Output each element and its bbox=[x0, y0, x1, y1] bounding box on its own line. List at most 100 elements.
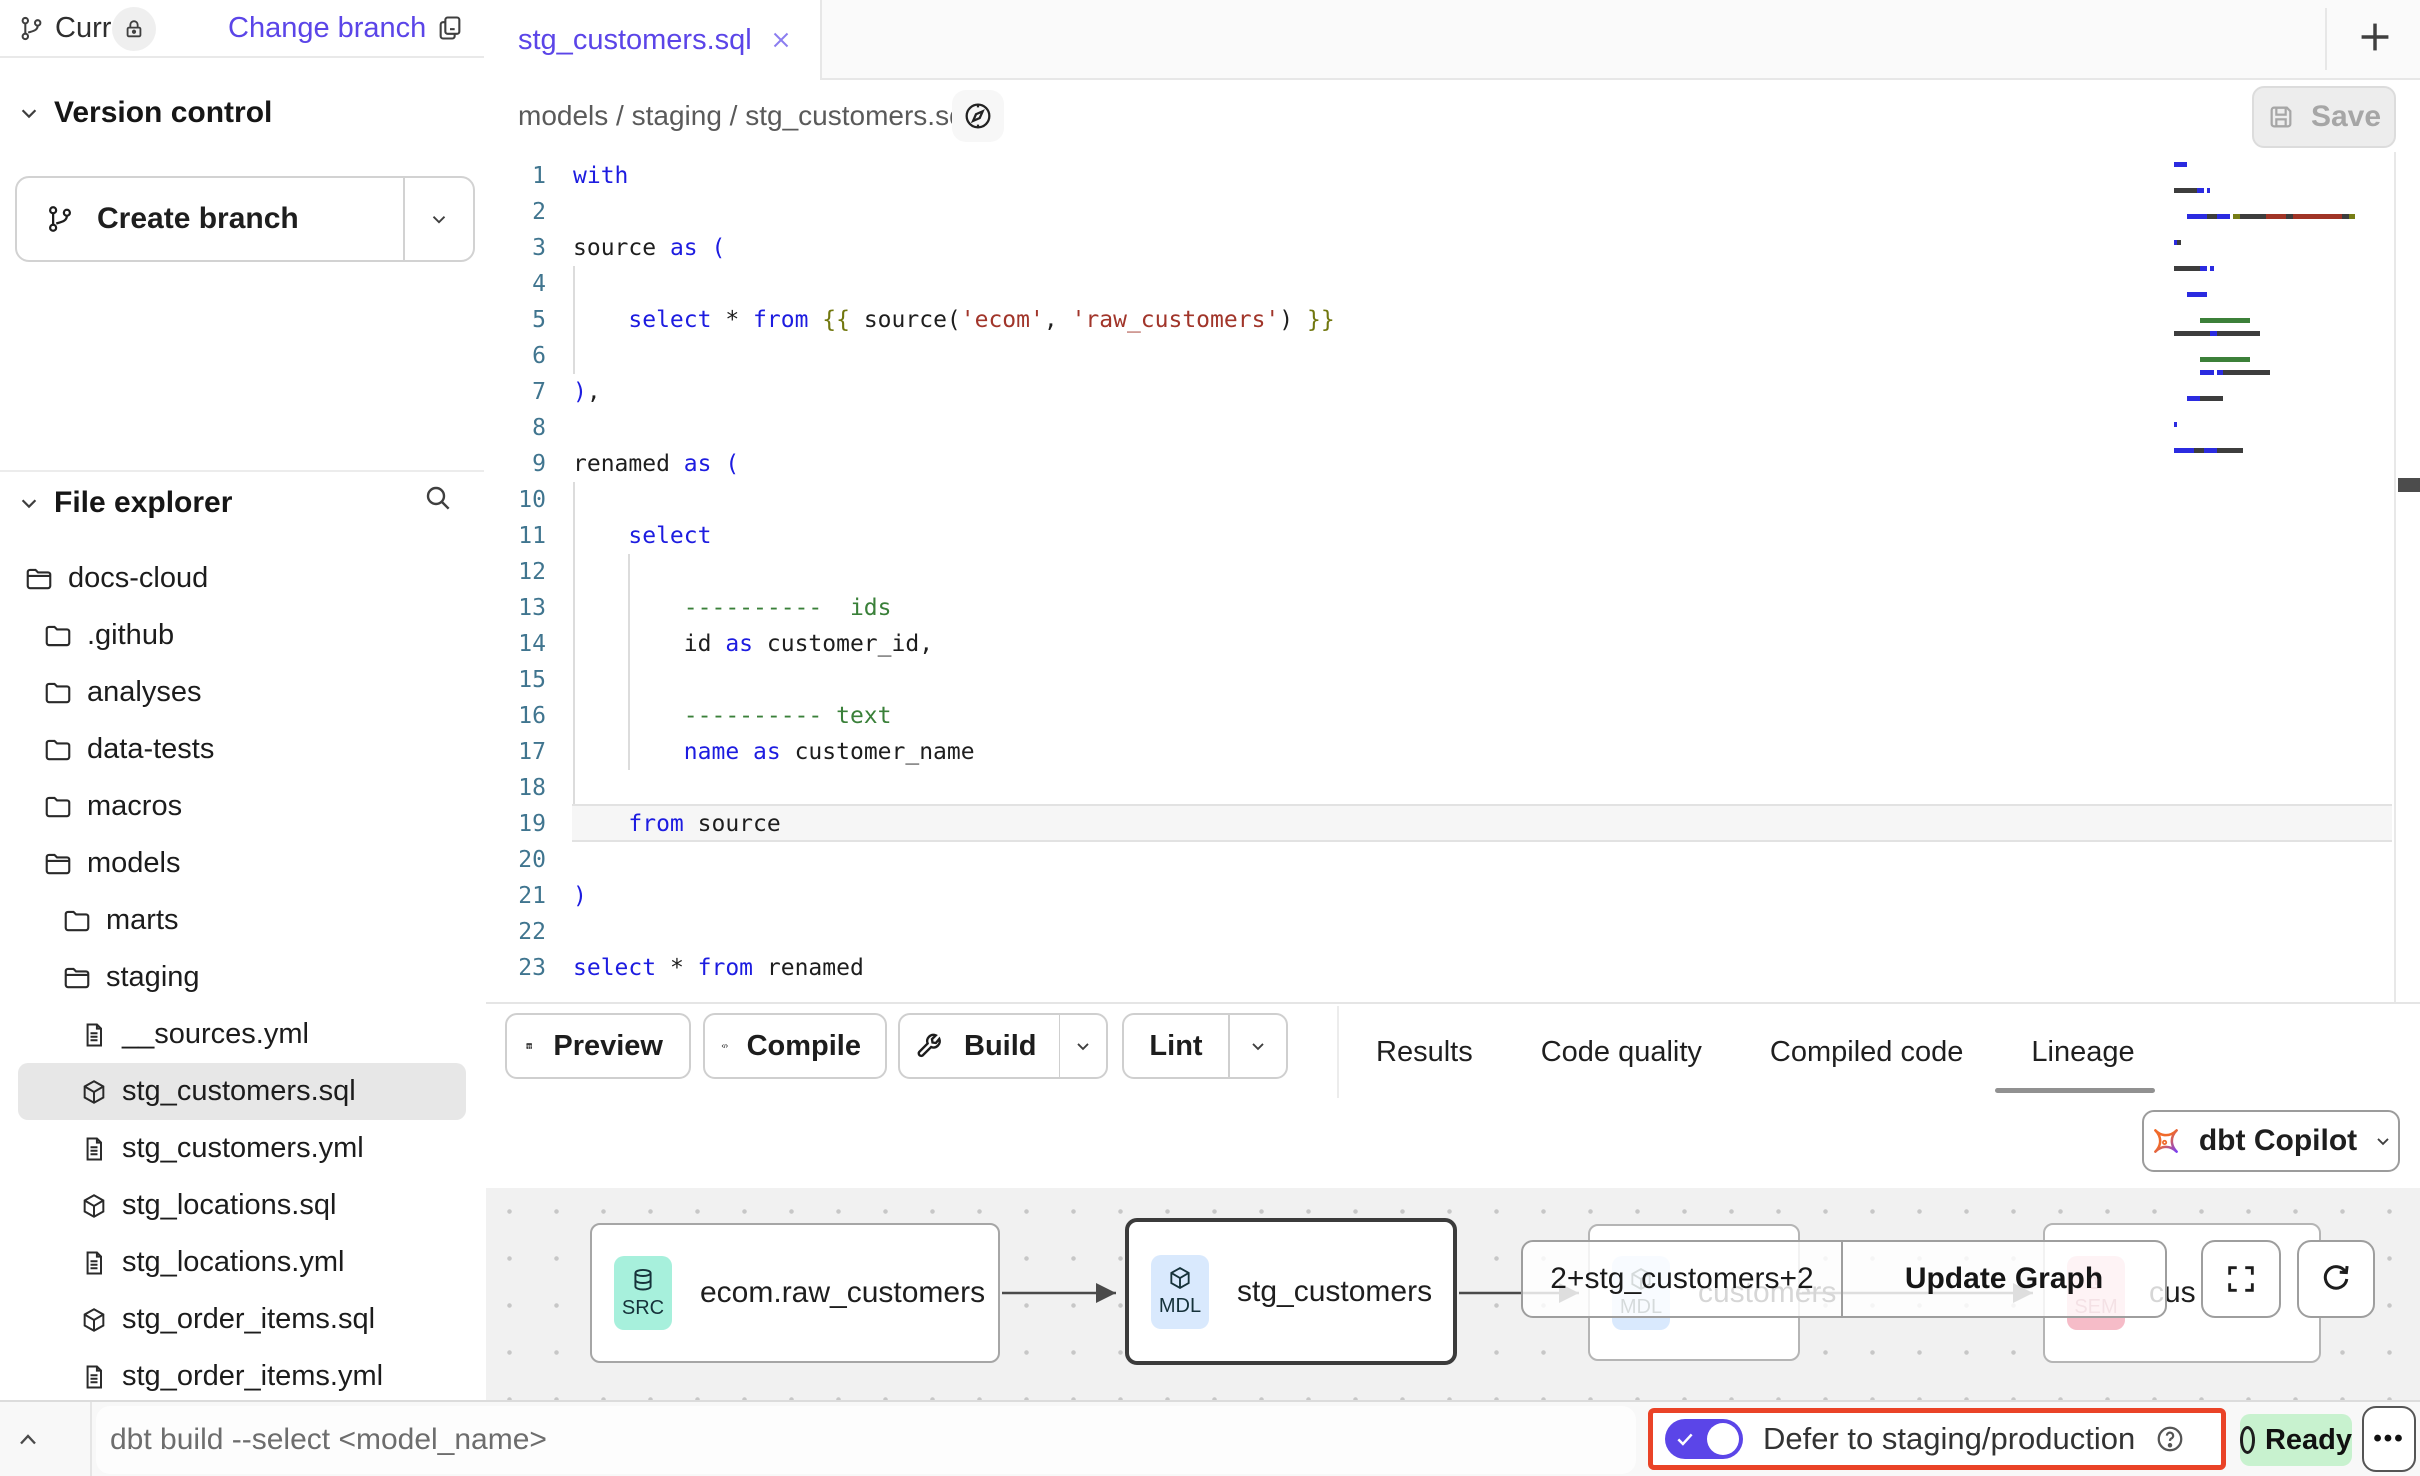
file-explorer-header[interactable]: File explorer bbox=[18, 486, 468, 520]
file-label: stg_locations.sql bbox=[122, 1189, 336, 1222]
lineage-node-stg-customers[interactable]: MDL stg_customers bbox=[1125, 1218, 1457, 1365]
code-line-4[interactable]: 4 bbox=[486, 266, 2420, 302]
code-line-18[interactable]: 18 bbox=[486, 770, 2420, 806]
line-number: 12 bbox=[486, 559, 546, 585]
create-branch-main[interactable]: Create branch bbox=[17, 178, 403, 260]
lineage-selector-value: 2+stg_customers+2 bbox=[1550, 1262, 1813, 1296]
collapse-panel-button[interactable] bbox=[14, 1426, 42, 1454]
new-tab-button[interactable] bbox=[2352, 14, 2398, 60]
breadcrumb-row: models / staging / stg_customers.sql Sav… bbox=[486, 80, 2420, 154]
build-main[interactable]: Build bbox=[900, 1030, 1059, 1063]
section-divider bbox=[0, 470, 484, 472]
code-line-23[interactable]: 23select * from renamed bbox=[486, 950, 2420, 986]
build-button[interactable]: Build bbox=[898, 1013, 1108, 1079]
lineage-node-source[interactable]: SRC ecom.raw_customers bbox=[590, 1223, 1000, 1363]
preview-button[interactable]: Preview bbox=[505, 1013, 691, 1079]
lineage-graph[interactable]: SRC ecom.raw_customers MDL stg_customers… bbox=[486, 1188, 2420, 1400]
chevron-down-icon bbox=[18, 102, 40, 124]
help-icon[interactable] bbox=[2155, 1424, 2185, 1454]
file-label: models bbox=[87, 847, 181, 880]
tab-stg-customers-sql[interactable]: stg_customers.sql bbox=[486, 0, 822, 80]
lint-dropdown[interactable] bbox=[1230, 1015, 1286, 1077]
copy-branch-button[interactable] bbox=[436, 0, 464, 56]
file-tree-item-data-tests[interactable]: data-tests bbox=[18, 721, 466, 778]
code-line-14[interactable]: 14 id as customer_id, bbox=[486, 626, 2420, 662]
code-line-13[interactable]: 13 ---------- ids bbox=[486, 590, 2420, 626]
chevron-down-icon bbox=[428, 208, 450, 230]
lock-icon bbox=[123, 18, 145, 40]
file-tree-item-staging[interactable]: staging bbox=[18, 949, 466, 1006]
code-line-17[interactable]: 17 name as customer_name bbox=[486, 734, 2420, 770]
code-line-20[interactable]: 20 bbox=[486, 842, 2420, 878]
build-dropdown[interactable] bbox=[1060, 1015, 1106, 1077]
lineage-selector-input[interactable]: 2+stg_customers+2 bbox=[1523, 1242, 1841, 1316]
result-tab-code-quality[interactable]: Code quality bbox=[1541, 1036, 1702, 1069]
compile-button[interactable]: Compile bbox=[703, 1013, 887, 1079]
code-editor[interactable]: 1with23source as (45 select * from {{ so… bbox=[486, 152, 2420, 1004]
code-line-2[interactable]: 2 bbox=[486, 194, 2420, 230]
status-bar-divider bbox=[90, 1402, 92, 1476]
lineage-control-bar: 2+stg_customers+2 Update Graph bbox=[1521, 1240, 2167, 1318]
code-line-12[interactable]: 12 bbox=[486, 554, 2420, 590]
fullscreen-button[interactable] bbox=[2201, 1240, 2281, 1318]
lint-button[interactable]: Lint bbox=[1122, 1013, 1288, 1079]
file-search-button[interactable] bbox=[422, 482, 454, 514]
file-tree-item-stg_order_items.sql[interactable]: stg_order_items.sql bbox=[18, 1291, 466, 1348]
compile-label: Compile bbox=[739, 1030, 869, 1063]
folder-icon bbox=[43, 621, 73, 651]
code-line-3[interactable]: 3source as ( bbox=[486, 230, 2420, 266]
code-line-9[interactable]: 9renamed as ( bbox=[486, 446, 2420, 482]
code-line-11[interactable]: 11 select bbox=[486, 518, 2420, 554]
code-lines[interactable]: 1with23source as (45 select * from {{ so… bbox=[486, 158, 2420, 986]
file-tree-item-stg_locations.yml[interactable]: stg_locations.yml bbox=[18, 1234, 466, 1291]
code-line-19[interactable]: 19 from source bbox=[486, 806, 2420, 842]
file-label: data-tests bbox=[87, 733, 214, 766]
file-tree-item-docs-cloud[interactable]: docs-cloud bbox=[18, 550, 466, 607]
line-number: 22 bbox=[486, 919, 546, 945]
open-docs-button[interactable] bbox=[952, 90, 1004, 142]
toggle-knob bbox=[1707, 1423, 1739, 1455]
code-line-16[interactable]: 16 ---------- text bbox=[486, 698, 2420, 734]
file-tree-item-macros[interactable]: macros bbox=[18, 778, 466, 835]
code-line-7[interactable]: 7), bbox=[486, 374, 2420, 410]
defer-toggle[interactable] bbox=[1665, 1419, 1743, 1459]
refresh-button[interactable] bbox=[2297, 1240, 2375, 1318]
code-line-21[interactable]: 21) bbox=[486, 878, 2420, 914]
command-placeholder[interactable]: dbt build --select <model_name> bbox=[110, 1402, 547, 1476]
dbt-copilot-button[interactable]: dbt Copilot bbox=[2142, 1110, 2400, 1172]
result-tab-compiled-code[interactable]: Compiled code bbox=[1770, 1036, 1963, 1069]
file-label: marts bbox=[106, 904, 179, 937]
code-line-8[interactable]: 8 bbox=[486, 410, 2420, 446]
code-line-15[interactable]: 15 bbox=[486, 662, 2420, 698]
change-branch-link[interactable]: Change branch bbox=[228, 0, 426, 56]
file-tree-item-stg_order_items.yml[interactable]: stg_order_items.yml bbox=[18, 1348, 466, 1405]
file-tree-item-stg_customers.yml[interactable]: stg_customers.yml bbox=[18, 1120, 466, 1177]
folder-icon bbox=[62, 906, 92, 936]
code-line-10[interactable]: 10 bbox=[486, 482, 2420, 518]
lint-main[interactable]: Lint bbox=[1124, 1030, 1228, 1063]
file-tree-item-.github[interactable]: .github bbox=[18, 607, 466, 664]
file-tree-item-marts[interactable]: marts bbox=[18, 892, 466, 949]
more-options-button[interactable]: ••• bbox=[2362, 1406, 2416, 1472]
lint-label: Lint bbox=[1141, 1030, 1210, 1063]
create-branch-dropdown[interactable] bbox=[405, 178, 473, 260]
toolbar-divider bbox=[1337, 1006, 1339, 1098]
close-icon[interactable] bbox=[768, 27, 794, 53]
file-tree-item-models[interactable]: models bbox=[18, 835, 466, 892]
file-tree-item-stg_customers.sql[interactable]: stg_customers.sql bbox=[18, 1063, 466, 1120]
version-control-header[interactable]: Version control bbox=[18, 96, 272, 130]
file-tree-item-stg_locations.sql[interactable]: stg_locations.sql bbox=[18, 1177, 466, 1234]
code-line-5[interactable]: 5 select * from {{ source('ecom', 'raw_c… bbox=[486, 302, 2420, 338]
save-button[interactable]: Save bbox=[2252, 86, 2396, 148]
code-line-6[interactable]: 6 bbox=[486, 338, 2420, 374]
file-tree-item-__sources.yml[interactable]: __sources.yml bbox=[18, 1006, 466, 1063]
update-graph-button[interactable]: Update Graph bbox=[1843, 1242, 2165, 1316]
copilot-strip: dbt Copilot bbox=[486, 1100, 2420, 1188]
file-tree-item-analyses[interactable]: analyses bbox=[18, 664, 466, 721]
result-tab-results[interactable]: Results bbox=[1376, 1036, 1473, 1069]
cube-icon bbox=[1167, 1265, 1193, 1291]
code-line-1[interactable]: 1with bbox=[486, 158, 2420, 194]
code-line-22[interactable]: 22 bbox=[486, 914, 2420, 950]
create-branch-button[interactable]: Create branch bbox=[15, 176, 475, 262]
result-tab-lineage[interactable]: Lineage bbox=[2031, 1036, 2134, 1069]
